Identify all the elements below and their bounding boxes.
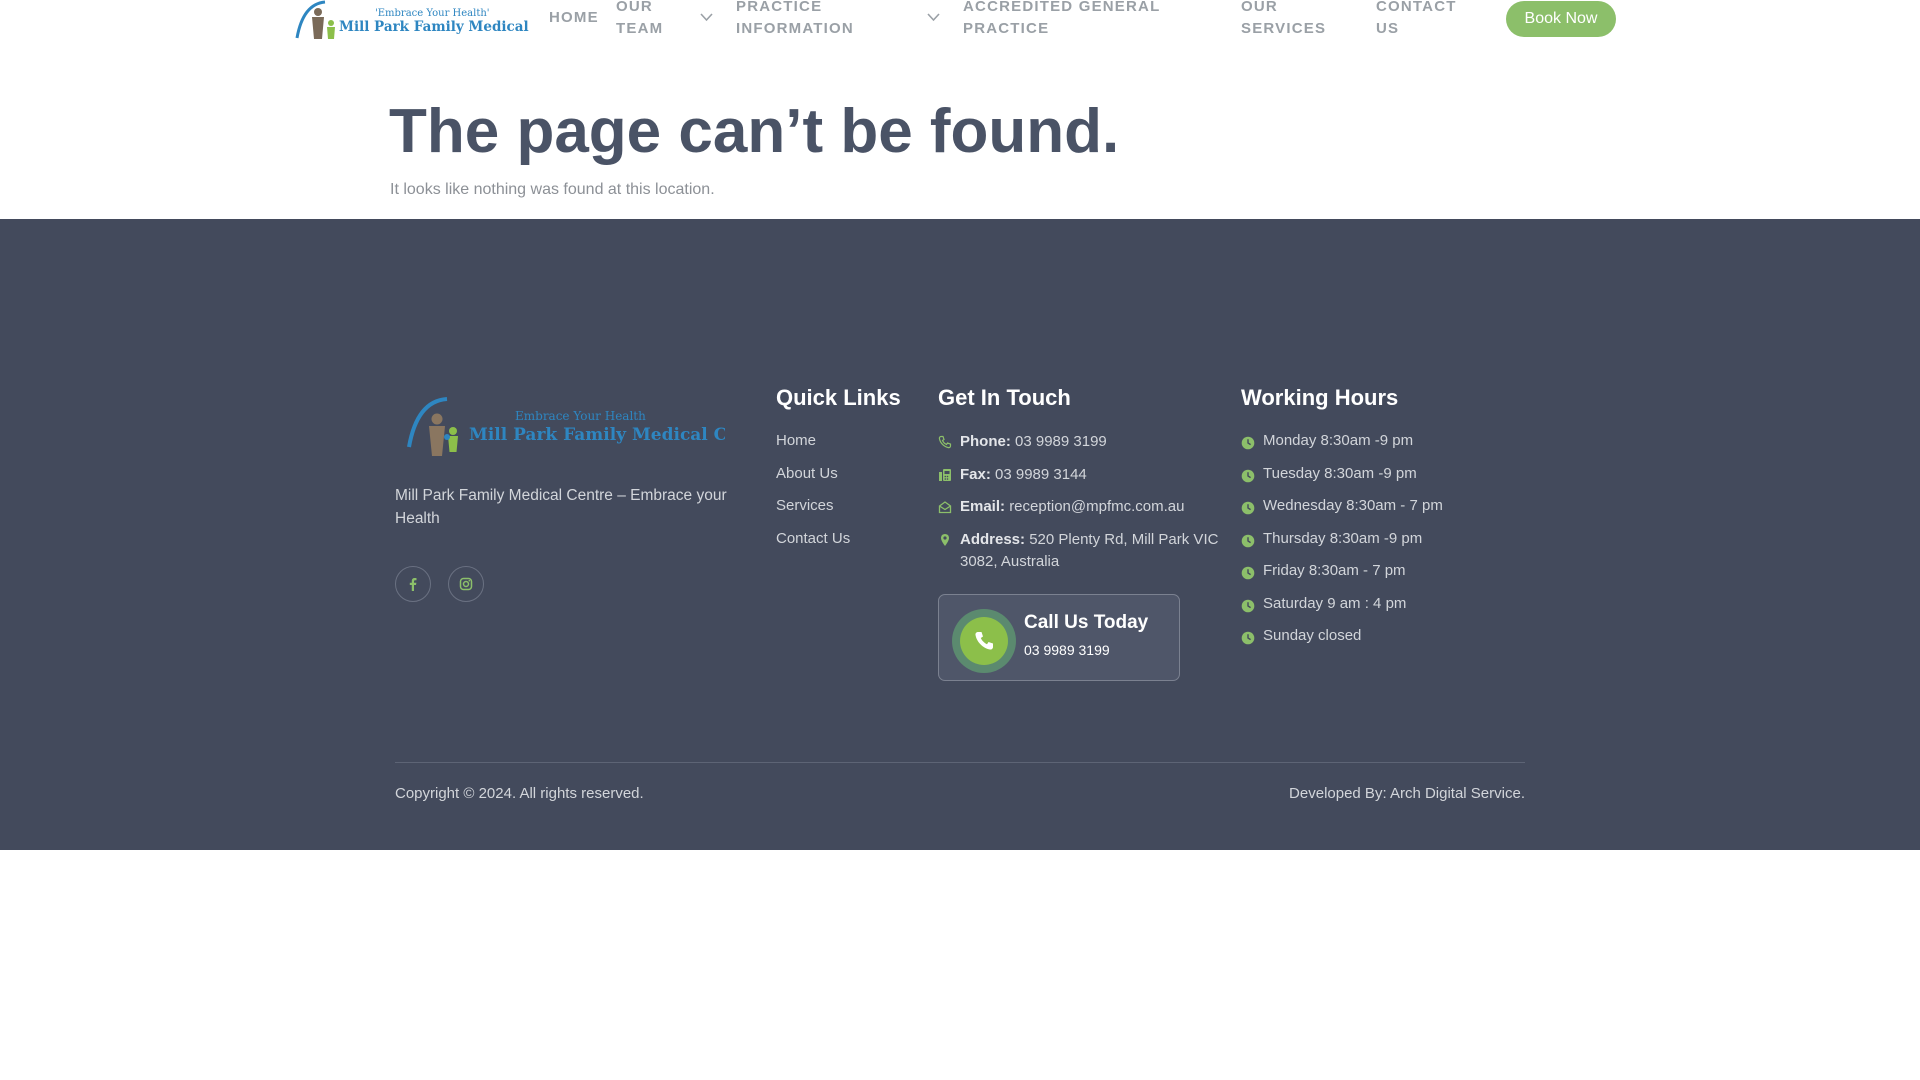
footer-divider <box>395 762 1525 763</box>
svg-text:'Embrace Your Health': 'Embrace Your Health' <box>375 8 490 19</box>
developer-credit[interactable]: Developed By: Arch Digital Service. <box>1289 785 1525 802</box>
copyright-text: Copyright © 2024. All rights reserved. <box>395 785 644 802</box>
get-in-touch-heading: Get In Touch <box>938 385 1071 410</box>
quick-link-about-us[interactable]: About Us <box>776 465 838 482</box>
phone-icon <box>938 435 952 449</box>
hours-row: Tuesday 8:30am -9 pm <box>1241 465 1417 483</box>
call-us-card[interactable]: Call Us Today 03 9989 3199 <box>938 594 1180 681</box>
call-icon-circle <box>952 609 1016 673</box>
instagram-link[interactable] <box>448 566 484 602</box>
nav-practice-information[interactable]: PRACTICE INFORMATION <box>736 0 896 40</box>
site-header: 'Embrace Your Health' Mill Park Family M… <box>0 0 1920 45</box>
svg-text:Mill Park Family Medical Centr: Mill Park Family Medical Centre <box>339 19 531 35</box>
quick-links-heading: Quick Links <box>776 385 901 410</box>
clock-icon <box>1241 436 1255 450</box>
contact-email[interactable]: Email: reception@mpfmc.com.au <box>938 496 1184 518</box>
clock-icon <box>1241 501 1255 515</box>
hours-row: Saturday 9 am : 4 pm <box>1241 595 1407 613</box>
footer-logo[interactable]: Embrace Your Health Mill Park Family Med… <box>403 395 725 465</box>
hours-text: Saturday 9 am : 4 pm <box>1263 595 1407 612</box>
header-logo[interactable]: 'Embrace Your Health' Mill Park Family M… <box>293 0 531 42</box>
nav-our-services[interactable]: OUR SERVICES <box>1241 0 1341 40</box>
phone-label: Phone: <box>960 433 1011 450</box>
nav-home[interactable]: HOME <box>549 7 599 29</box>
clock-icon <box>1241 599 1255 613</box>
contact-fax: Fax: 03 9989 3144 <box>938 464 1087 486</box>
page-subtitle: It looks like nothing was found at this … <box>390 181 715 198</box>
footer-tagline: Mill Park Family Medical Centre – Embrac… <box>395 487 727 527</box>
phone-icon <box>975 632 993 650</box>
quick-link-home[interactable]: Home <box>776 432 816 449</box>
fax-icon <box>939 469 951 481</box>
instagram-icon <box>459 577 473 591</box>
hours-row: Wednesday 8:30am - 7 pm <box>1241 497 1443 515</box>
phone-value: 03 9989 3199 <box>1015 433 1107 450</box>
hours-text: Monday 8:30am -9 pm <box>1263 432 1414 449</box>
quick-link-contact-us[interactable]: Contact Us <box>776 530 850 547</box>
hours-text: Thursday 8:30am -9 pm <box>1263 530 1423 547</box>
hours-text: Tuesday 8:30am -9 pm <box>1263 465 1417 482</box>
svg-text:Embrace Your Health: Embrace Your Health <box>515 409 646 423</box>
email-label: Email: <box>960 498 1006 515</box>
hours-text: Sunday closed <box>1263 627 1362 644</box>
clock-icon <box>1241 566 1255 580</box>
hours-row: Sunday closed <box>1241 627 1362 645</box>
facebook-icon <box>409 578 417 591</box>
hours-text: Wednesday 8:30am - 7 pm <box>1263 497 1443 514</box>
call-us-title: Call Us Today <box>1024 612 1149 633</box>
chevron-down-icon[interactable] <box>927 13 940 22</box>
chevron-down-icon[interactable] <box>700 13 713 22</box>
facebook-link[interactable] <box>395 566 431 602</box>
email-icon <box>938 501 952 514</box>
page-title: The page can’t be found. <box>389 97 1120 166</box>
fax-label: Fax: <box>960 466 991 483</box>
address-label: Address: <box>960 531 1026 548</box>
nav-accredited-general-practice[interactable]: ACCREDITED GENERAL PRACTICE <box>963 0 1193 40</box>
clock-icon <box>1241 631 1255 645</box>
hours-text: Friday 8:30am - 7 pm <box>1263 562 1406 579</box>
clock-icon <box>1241 534 1255 548</box>
svg-text:Mill Park Family Medical Centr: Mill Park Family Medical Centre <box>469 425 725 445</box>
call-us-number: 03 9989 3199 <box>1024 642 1110 658</box>
contact-address: Address: 520 Plenty Rd, Mill Park VIC 30… <box>938 529 1228 573</box>
working-hours-heading: Working Hours <box>1241 385 1399 410</box>
quick-link-services[interactable]: Services <box>776 497 834 514</box>
hours-row: Monday 8:30am -9 pm <box>1241 432 1414 450</box>
location-icon <box>941 534 949 546</box>
clock-icon <box>1241 469 1255 483</box>
nav-our-team[interactable]: OUR TEAM <box>616 0 686 40</box>
nav-contact-us[interactable]: CONTACT US <box>1376 0 1466 40</box>
hours-row: Thursday 8:30am -9 pm <box>1241 530 1423 548</box>
email-value: reception@mpfmc.com.au <box>1009 498 1185 515</box>
book-now-button[interactable]: Book Now <box>1506 1 1616 37</box>
fax-value: 03 9989 3144 <box>995 466 1087 483</box>
contact-phone[interactable]: Phone: 03 9989 3199 <box>938 431 1107 453</box>
hours-row: Friday 8:30am - 7 pm <box>1241 562 1406 580</box>
